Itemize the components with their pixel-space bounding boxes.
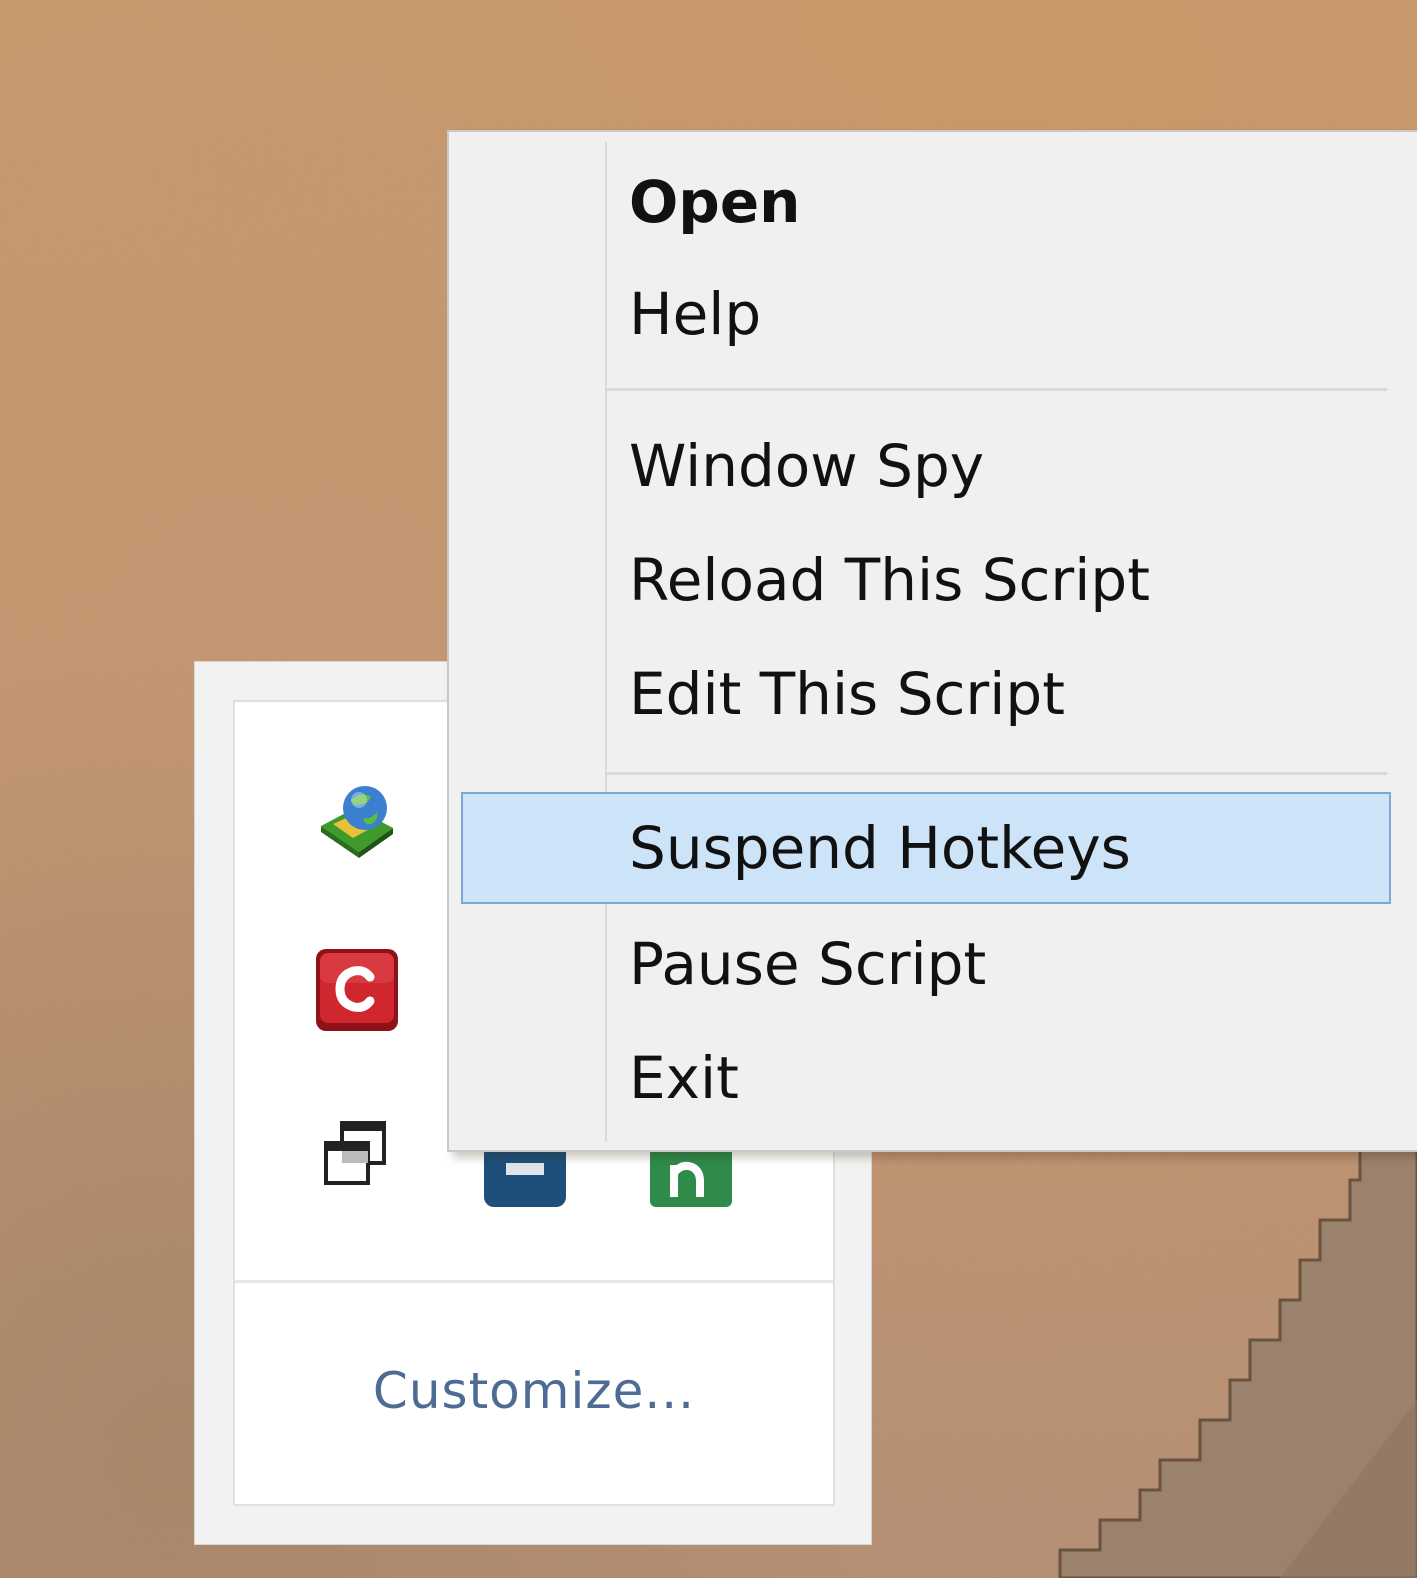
menu-item-suspend-hotkeys[interactable]: Suspend Hotkeys	[461, 792, 1391, 904]
menu-item-label: Open	[629, 168, 801, 236]
windows-overlap-icon[interactable]	[313, 1110, 401, 1198]
menu-item-label: Reload This Script	[629, 546, 1150, 614]
menu-item-label: Pause Script	[629, 930, 987, 998]
desktop-wallpaper-steps	[1058, 1148, 1417, 1578]
menu-item-edit-script[interactable]: Edit This Script	[461, 638, 1391, 750]
customize-link[interactable]: Customize...	[235, 1362, 833, 1420]
download-manager-globe-icon[interactable]	[313, 778, 401, 866]
menu-item-help[interactable]: Help	[461, 258, 1391, 370]
menu-item-reload-script[interactable]: Reload This Script	[461, 524, 1391, 636]
menu-item-pause-script[interactable]: Pause Script	[461, 908, 1391, 1020]
menu-item-label: Window Spy	[629, 432, 985, 500]
menu-item-window-spy[interactable]: Window Spy	[461, 410, 1391, 522]
menu-item-open[interactable]: Open	[461, 146, 1391, 258]
menu-item-exit[interactable]: Exit	[461, 1022, 1391, 1134]
tray-divider	[235, 1280, 833, 1283]
menu-item-label: Suspend Hotkeys	[629, 814, 1131, 882]
red-c-app-icon[interactable]	[313, 946, 401, 1034]
tray-context-menu: Open Help Window Spy Reload This Script …	[447, 130, 1417, 1152]
menu-item-label: Edit This Script	[629, 660, 1065, 728]
menu-separator	[607, 772, 1387, 775]
menu-separator	[607, 388, 1387, 391]
menu-item-label: Exit	[629, 1044, 739, 1112]
menu-item-label: Help	[629, 280, 762, 348]
